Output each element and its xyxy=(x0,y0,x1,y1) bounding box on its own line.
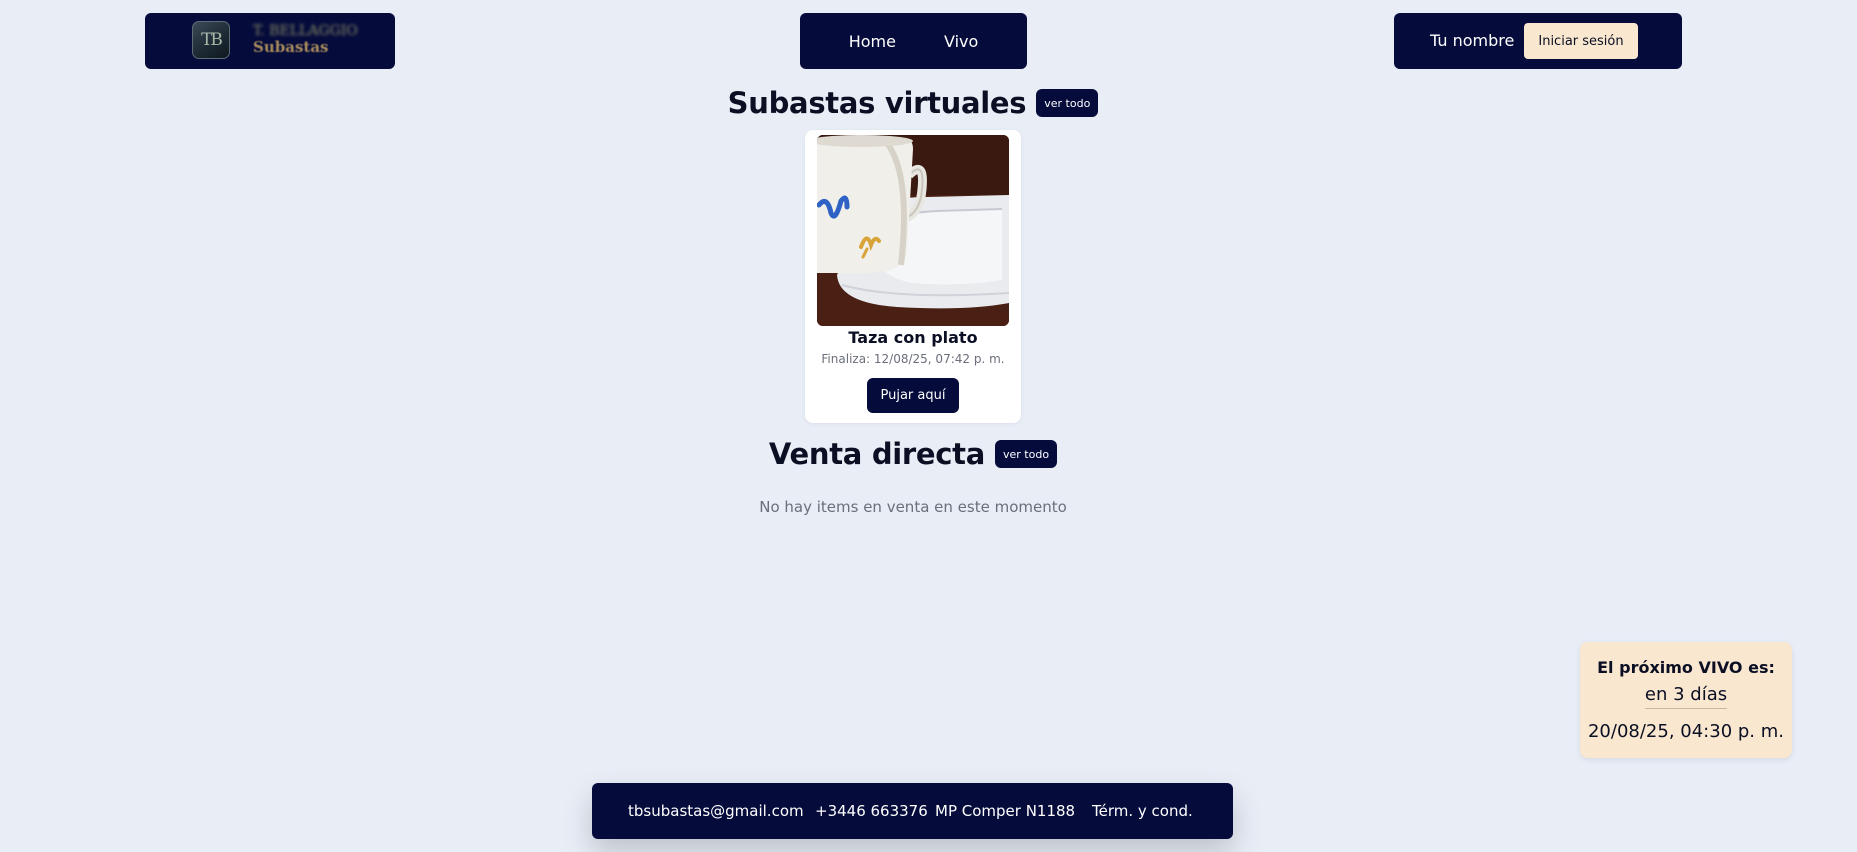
footer-email-link[interactable]: tbsubastas@gmail.com xyxy=(628,802,804,820)
next-live-title: El próximo VIVO es: xyxy=(1597,658,1775,677)
footer: tbsubastas@gmail.com +3446 663376 MP Com… xyxy=(592,783,1233,839)
footer-phone-link[interactable]: +3446 663376 xyxy=(815,802,928,820)
footer-address[interactable]: MP Comper N1188 xyxy=(935,802,1075,820)
logo-box[interactable]: TB T. BELLAGGIO Subastas xyxy=(145,13,395,69)
next-live-relative: en 3 días xyxy=(1644,684,1728,709)
bid-button[interactable]: Pujar aquí xyxy=(867,378,959,413)
auction-item-title: Taza con plato xyxy=(848,328,978,347)
cup-with-plate-image[interactable] xyxy=(817,135,1009,326)
auctions-see-all-button[interactable]: ver todo xyxy=(1036,89,1099,117)
auction-card[interactable]: Taza con plato Finaliza: 12/08/25, 07:42… xyxy=(805,130,1021,423)
main-nav: Home Vivo xyxy=(800,13,1027,69)
logo-mark-icon: TB xyxy=(192,21,230,59)
next-live-box: El próximo VIVO es: en 3 días 20/08/25, … xyxy=(1580,642,1792,758)
logo-line-2: Subastas xyxy=(253,38,329,56)
nav-home-link[interactable]: Home xyxy=(849,32,896,51)
next-live-date: 20/08/25, 04:30 p. m. xyxy=(1587,721,1784,742)
direct-sale-title: Venta directa xyxy=(768,437,986,471)
logo-text: T. BELLAGGIO Subastas xyxy=(253,23,358,55)
footer-terms-link[interactable]: Térm. y cond. xyxy=(1092,802,1193,820)
login-button[interactable]: Iniciar sesión xyxy=(1524,23,1638,59)
auctions-header: Subastas virtuales ver todo xyxy=(0,86,1826,120)
auctions-title: Subastas virtuales xyxy=(727,86,1027,120)
direct-sale-header: Venta directa ver todo xyxy=(0,437,1826,471)
logo-line-1: T. BELLAGGIO xyxy=(253,23,358,39)
user-box: Tu nombre Iniciar sesión xyxy=(1394,13,1682,69)
nav-vivo-link[interactable]: Vivo xyxy=(944,32,978,51)
auction-item-end-date: Finaliza: 12/08/25, 07:42 p. m. xyxy=(821,352,1005,366)
next-live-relative-wrap: en 3 días xyxy=(1580,684,1792,709)
direct-sale-empty-message: No hay items en venta en este momento xyxy=(759,498,1067,516)
user-name: Tu nombre xyxy=(1430,31,1515,50)
direct-sale-see-all-button[interactable]: ver todo xyxy=(995,440,1058,468)
